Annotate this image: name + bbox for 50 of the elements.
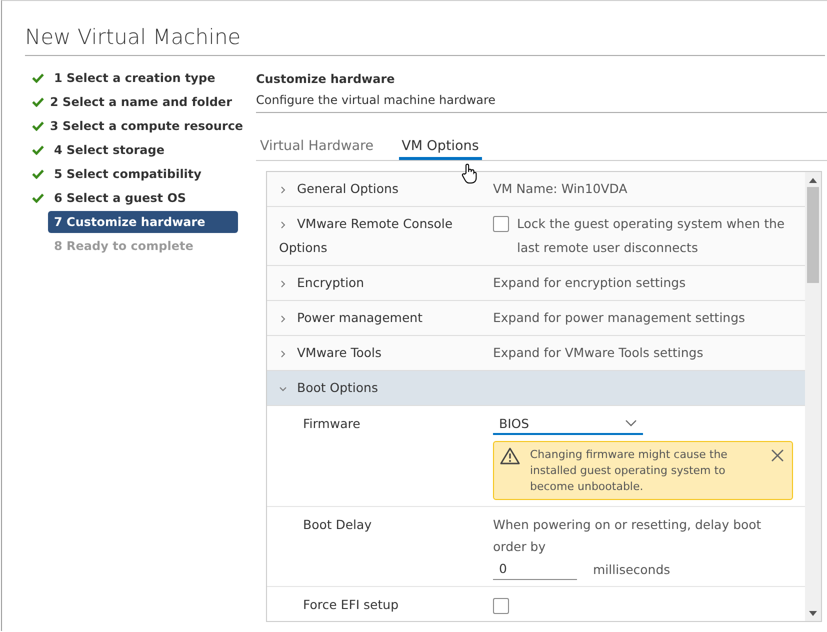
setting-summary: VM Name: Win10VDA [493, 180, 628, 198]
scroll-down-icon [809, 611, 817, 616]
section-label[interactable]: VMware Remote Console Options [279, 212, 493, 260]
checkbox-label: Lock the guest operating system when the last remote user disconnects [517, 215, 786, 257]
wizard-step[interactable]: 5 Select compatibility [48, 163, 238, 185]
setting-label: Firmware [302, 415, 362, 433]
section-title: Customize hardware [256, 72, 396, 88]
unit-label: milliseconds [593, 562, 670, 576]
chevron-right-icon[interactable] [279, 350, 287, 358]
check-icon [32, 121, 44, 131]
section-label[interactable]: General Options [279, 177, 493, 201]
wizard-step[interactable]: 4 Select storage [48, 139, 238, 161]
wizard-step[interactable]: 7 Customize hardware [48, 211, 238, 233]
setting-summary: Expand for encryption settings [493, 274, 687, 292]
scrollbar-thumb[interactable] [807, 187, 819, 283]
firmware-select[interactable]: BIOS [493, 413, 643, 435]
delay-input[interactable]: 0 [493, 558, 577, 580]
chevron-right-icon[interactable] [279, 314, 287, 323]
chevron-down-icon [625, 419, 637, 427]
check-icon [32, 193, 44, 203]
setting-summary: Expand for VMware Tools settings [493, 344, 704, 362]
section-label[interactable]: Power management [279, 306, 493, 330]
section-label[interactable]: VMware Tools [279, 341, 493, 365]
section-subtitle: Configure the virtual machine hardware [256, 93, 827, 113]
chevron-right-icon[interactable] [279, 280, 287, 288]
window-title: New Virtual Machine [25, 1, 825, 56]
wizard-step[interactable]: 1 Select a creation type [48, 67, 238, 89]
check-icon [32, 145, 44, 155]
checkbox[interactable] [493, 598, 509, 614]
tab[interactable]: Virtual Hardware [260, 135, 377, 160]
section-label[interactable]: Encryption [279, 271, 493, 295]
warning-icon [500, 447, 520, 465]
scrollbar[interactable] [805, 172, 821, 621]
wizard-step[interactable]: 6 Select a guest OS [48, 187, 238, 209]
check-icon [32, 73, 44, 83]
warning-text: Changing firmware might cause the installed guest operating system to become unbootable. [530, 447, 728, 495]
wizard-step[interactable]: 2 Select a name and folder [44, 91, 238, 113]
check-icon [32, 169, 44, 179]
checkbox[interactable] [493, 216, 509, 232]
scroll-up-icon [809, 178, 817, 183]
chevron-right-icon[interactable] [279, 220, 287, 229]
setting-label: Force EFI setup [302, 596, 400, 614]
setting-label: Boot Delay [302, 516, 373, 534]
chevron-down-icon[interactable] [279, 384, 287, 393]
wizard-step[interactable]: 3 Select a compute resource [44, 115, 250, 137]
tab[interactable]: VM Options [398, 135, 482, 160]
check-icon [32, 97, 44, 107]
setting-summary: Expand for power management settings [493, 309, 746, 327]
close-icon [771, 449, 784, 462]
chevron-right-icon[interactable] [279, 186, 287, 194]
